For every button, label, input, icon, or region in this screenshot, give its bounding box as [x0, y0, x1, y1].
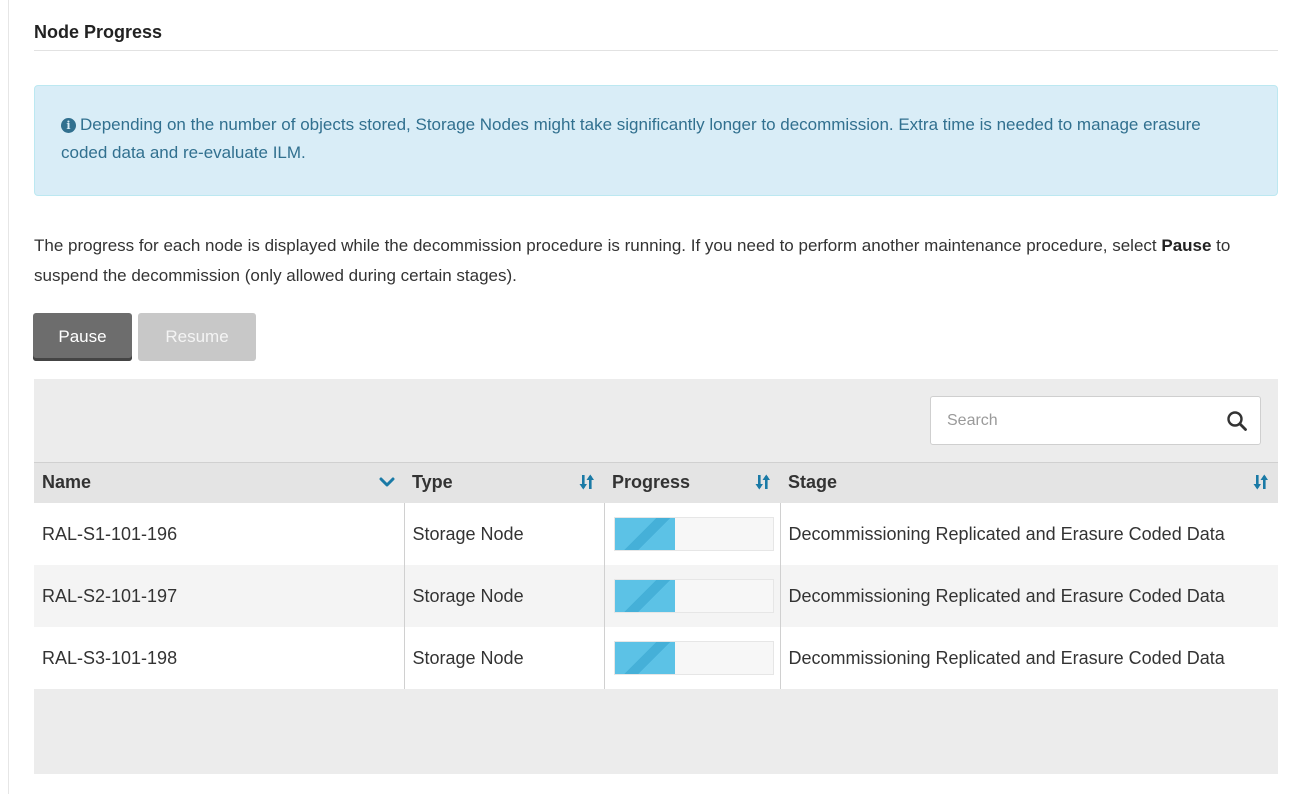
column-header-stage-label: Stage — [788, 472, 838, 493]
cell-stage: Decommissioning Replicated and Erasure C… — [780, 626, 1278, 689]
alert-text: Depending on the number of objects store… — [61, 115, 1201, 162]
sort-icon[interactable] — [578, 473, 596, 491]
progress-bar-fill — [614, 579, 675, 612]
cell-progress — [604, 626, 781, 689]
cell-type: Storage Node — [404, 564, 605, 627]
column-header-progress[interactable]: Progress — [604, 462, 780, 503]
column-header-type[interactable]: Type — [404, 462, 604, 503]
section-title: Node Progress — [34, 22, 163, 42]
cell-name: RAL-S1-101-196 — [34, 502, 405, 565]
description-part-1: The progress for each node is displayed … — [34, 236, 1162, 255]
search-box[interactable] — [930, 396, 1261, 445]
progress-bar — [613, 516, 774, 551]
section-divider — [34, 50, 1278, 51]
column-header-name-label: Name — [42, 472, 92, 493]
pause-button[interactable]: Pause — [33, 313, 132, 361]
progress-bar-fill — [614, 517, 675, 550]
description-text: The progress for each node is displayed … — [34, 231, 1278, 291]
cell-name: RAL-S3-101-198 — [34, 626, 405, 689]
chevron-down-icon[interactable] — [378, 473, 396, 491]
sort-icon[interactable] — [754, 473, 772, 491]
column-header-stage[interactable]: Stage — [780, 462, 1278, 503]
sort-icon[interactable] — [1252, 473, 1270, 491]
info-alert: i Depending on the number of objects stor… — [34, 85, 1278, 196]
table-row[interactable]: RAL-S1-101-196 Storage Node Decommission… — [34, 502, 1278, 565]
cell-type: Storage Node — [404, 502, 605, 565]
cell-progress — [604, 502, 781, 565]
table-row[interactable]: RAL-S3-101-198 Storage Node Decommission… — [34, 626, 1278, 689]
table-header-row: Name Type Progress Stage — [34, 462, 1278, 503]
cell-stage: Decommissioning Replicated and Erasure C… — [780, 564, 1278, 627]
panel-left-border — [8, 0, 9, 794]
column-header-progress-label: Progress — [612, 472, 691, 493]
column-header-type-label: Type — [412, 472, 453, 493]
progress-bar — [613, 640, 774, 675]
info-circle-icon: i — [61, 118, 76, 133]
cell-progress — [604, 564, 781, 627]
column-header-name[interactable]: Name — [34, 462, 404, 503]
resume-button[interactable]: Resume — [138, 313, 256, 361]
node-progress-table-panel: Name Type Progress — [34, 379, 1278, 774]
cell-name: RAL-S2-101-197 — [34, 564, 405, 627]
search-icon[interactable] — [1226, 410, 1248, 432]
cell-type: Storage Node — [404, 626, 605, 689]
cell-stage: Decommissioning Replicated and Erasure C… — [780, 502, 1278, 565]
progress-bar-fill — [614, 641, 675, 674]
description-pause-emphasis: Pause — [1161, 236, 1212, 255]
node-progress-table: Name Type Progress Stage RAL-S1-101-196 … — [34, 462, 1278, 689]
search-input[interactable] — [945, 405, 1205, 436]
table-row[interactable]: RAL-S2-101-197 Storage Node Decommission… — [34, 564, 1278, 627]
progress-bar — [613, 578, 774, 613]
